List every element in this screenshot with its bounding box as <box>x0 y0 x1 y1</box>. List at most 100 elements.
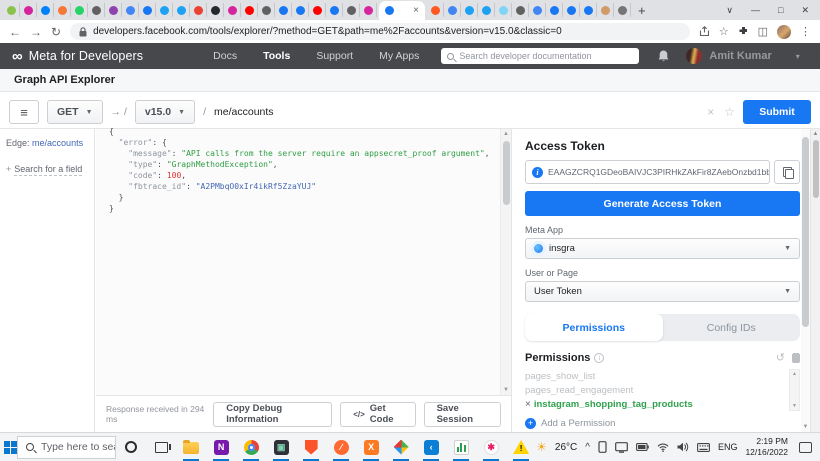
response-scrollbar[interactable]: ▲ ▼ <box>500 129 511 395</box>
pen-app-icon[interactable]: ∕ <box>326 433 356 461</box>
forward-icon[interactable]: → <box>30 25 42 39</box>
wifi-icon[interactable] <box>657 443 669 452</box>
browser-pinned-tab[interactable] <box>444 3 461 17</box>
permission-item[interactable]: pages_read_engagement <box>525 383 784 397</box>
xampp-icon[interactable]: X <box>356 433 386 461</box>
scroll-up-icon[interactable]: ▲ <box>790 370 799 378</box>
trash-icon[interactable] <box>792 353 800 363</box>
scroll-thumb[interactable] <box>802 137 809 327</box>
scroll-thumb[interactable] <box>503 141 510 205</box>
browser-pinned-tab[interactable] <box>292 3 309 17</box>
browser-pinned-tab[interactable] <box>139 3 156 17</box>
browser-profile-avatar[interactable] <box>777 25 791 39</box>
remove-permission-icon[interactable]: × <box>525 399 531 410</box>
onenote-icon[interactable]: N <box>206 433 236 461</box>
phone-link-icon[interactable] <box>598 441 607 453</box>
scroll-down-icon[interactable]: ▼ <box>501 385 511 395</box>
user-menu[interactable]: Amit Kumar <box>686 48 771 64</box>
tab-close-icon[interactable]: × <box>413 6 419 16</box>
submit-button[interactable]: Submit <box>743 100 811 124</box>
active-tab[interactable]: × <box>379 1 425 20</box>
meta-app-dropdown[interactable]: insgra ▼ <box>525 238 800 259</box>
get-code-button[interactable]: </>Get Code <box>340 402 415 427</box>
save-session-button[interactable]: Save Session <box>424 402 501 427</box>
generate-access-token-button[interactable]: Generate Access Token <box>525 191 800 216</box>
display-icon[interactable] <box>615 442 628 453</box>
browser-pinned-tab[interactable] <box>190 3 207 17</box>
browser-pinned-tab[interactable] <box>3 3 20 17</box>
browser-pinned-tab[interactable] <box>173 3 190 17</box>
browser-pinned-tab[interactable] <box>529 3 546 17</box>
browser-pinned-tab[interactable] <box>309 3 326 17</box>
tab-split-icon[interactable]: ◫ <box>758 25 768 38</box>
file-explorer-icon[interactable] <box>176 433 206 461</box>
browser-menu-icon[interactable]: ⋮ <box>800 25 811 38</box>
scroll-up-icon[interactable]: ▲ <box>811 129 820 139</box>
cortana-icon[interactable] <box>116 433 146 461</box>
method-dropdown[interactable]: GET ▼ <box>47 100 103 124</box>
nav-link-support[interactable]: Support <box>316 50 353 62</box>
chart-app-icon[interactable] <box>446 433 476 461</box>
browser-pinned-tab[interactable] <box>580 3 597 17</box>
permission-item[interactable]: pages_show_list <box>525 369 784 383</box>
nav-link-my-apps[interactable]: My Apps <box>379 50 419 62</box>
user-or-page-dropdown[interactable]: User Token ▼ <box>525 281 800 302</box>
nav-link-tools[interactable]: Tools <box>263 50 290 62</box>
bookmark-star-icon[interactable]: ☆ <box>719 25 729 38</box>
edge-link[interactable]: me/accounts <box>32 138 83 148</box>
browser-pinned-tab[interactable] <box>54 3 71 17</box>
meta-brand[interactable]: ∞ Meta for Developers <box>12 49 143 64</box>
browser-pinned-tab[interactable] <box>546 3 563 17</box>
browser-pinned-tab[interactable] <box>597 3 614 17</box>
right-panel-scrollbar[interactable]: ▼ <box>801 129 810 432</box>
add-permission[interactable]: + Add a Permission <box>525 418 800 429</box>
browser-pinned-tab[interactable] <box>360 3 377 17</box>
search-for-field[interactable]: +Search for a field <box>6 164 88 174</box>
pink-app-icon[interactable]: ✱ <box>476 433 506 461</box>
tab-search-chevron-icon[interactable]: ∨ <box>717 0 742 20</box>
notification-center-icon[interactable] <box>799 442 812 453</box>
photos-icon[interactable] <box>386 433 416 461</box>
browser-pinned-tab[interactable] <box>427 3 444 17</box>
nav-link-docs[interactable]: Docs <box>213 50 237 62</box>
clear-path-icon[interactable]: × <box>707 105 714 119</box>
undo-icon[interactable]: ↺ <box>776 353 785 364</box>
doc-search-input[interactable]: Search developer documentation <box>441 48 639 64</box>
permission-item[interactable]: ×instagram_shopping_tag_products <box>525 397 784 411</box>
taskbar-search-input[interactable]: Type here to search <box>17 436 116 459</box>
brave-icon[interactable] <box>296 433 326 461</box>
clock[interactable]: 2:19 PM 12/16/2022 <box>745 436 788 457</box>
browser-pinned-tab[interactable] <box>563 3 580 17</box>
browser-pinned-tab[interactable] <box>614 3 631 17</box>
browser-pinned-tab[interactable] <box>258 3 275 17</box>
vscode-icon[interactable]: ‹ <box>416 433 446 461</box>
version-dropdown[interactable]: v15.0 ▼ <box>135 100 195 124</box>
task-view-icon[interactable] <box>146 433 176 461</box>
new-tab-button[interactable]: + <box>631 3 653 18</box>
tab-config-ids[interactable]: Config IDs <box>663 314 801 341</box>
browser-pinned-tab[interactable] <box>207 3 224 17</box>
close-button[interactable]: ✕ <box>792 0 820 20</box>
browser-pinned-tab[interactable] <box>495 3 512 17</box>
browser-pinned-tab[interactable] <box>343 3 360 17</box>
extensions-icon[interactable] <box>738 26 749 37</box>
copy-debug-button[interactable]: Copy Debug Information <box>213 402 332 427</box>
minimize-button[interactable]: — <box>742 0 769 20</box>
scroll-up-icon[interactable]: ▲ <box>501 129 511 139</box>
browser-pinned-tab[interactable] <box>88 3 105 17</box>
chrome-icon[interactable] <box>236 433 266 461</box>
access-token-field[interactable]: i EAAGZCRQ1GDeoBAIVJC3PIRHkZAkFir8ZAebOn… <box>525 160 770 184</box>
browser-pinned-tab[interactable] <box>241 3 258 17</box>
warning-app-icon[interactable]: ! <box>506 433 536 461</box>
tray-chevron-icon[interactable]: ^ <box>585 442 590 453</box>
copy-token-button[interactable] <box>774 160 800 184</box>
browser-pinned-tab[interactable] <box>122 3 139 17</box>
url-box[interactable]: developers.facebook.com/tools/explorer/?… <box>70 23 690 40</box>
back-icon[interactable]: ← <box>9 25 21 39</box>
browser-pinned-tab[interactable] <box>20 3 37 17</box>
browser-pinned-tab[interactable] <box>71 3 88 17</box>
permissions-scrollbar[interactable]: ▲ ▼ <box>789 369 800 411</box>
browser-pinned-tab[interactable] <box>105 3 122 17</box>
browser-pinned-tab[interactable] <box>478 3 495 17</box>
browser-pinned-tab[interactable] <box>156 3 173 17</box>
